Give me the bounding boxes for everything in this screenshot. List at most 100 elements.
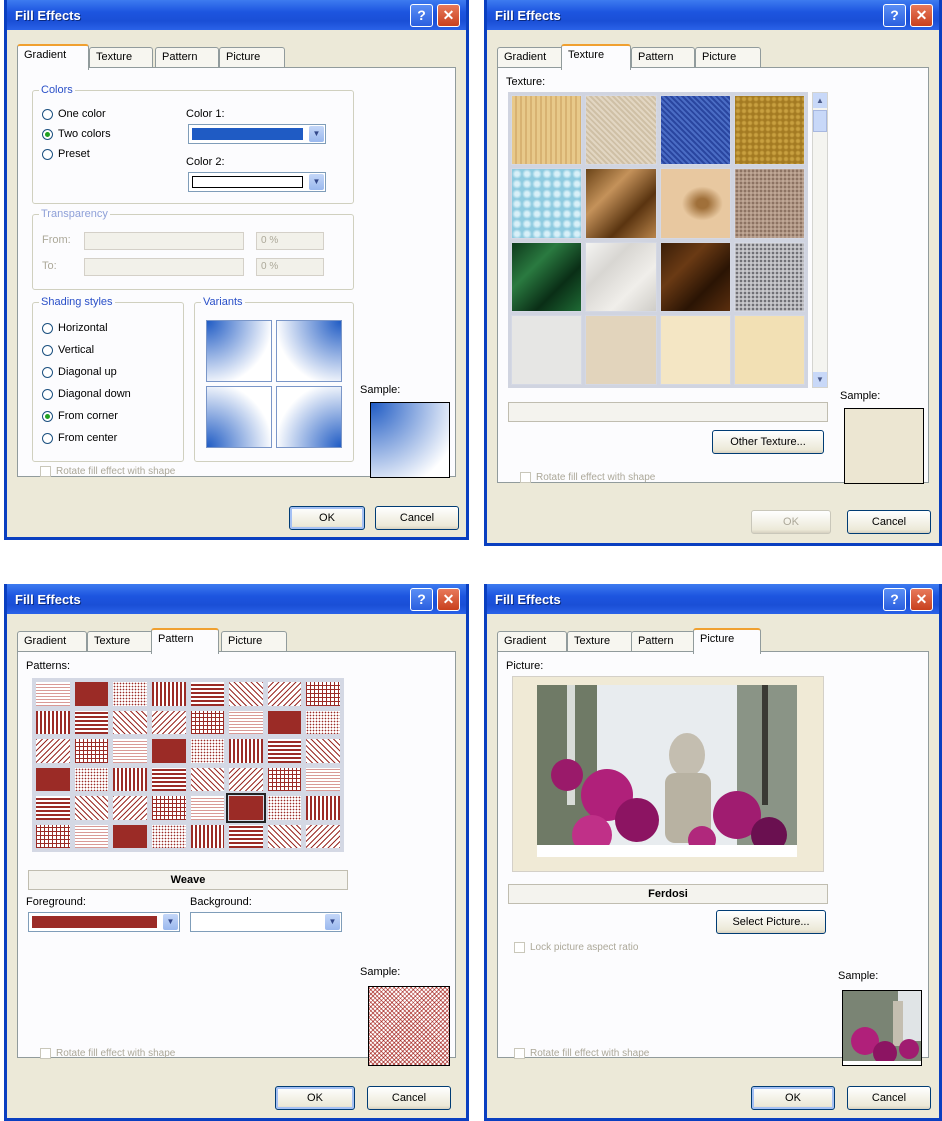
radio-preset[interactable]: Preset — [42, 148, 90, 160]
pattern-swatch[interactable] — [266, 823, 303, 849]
radio-horizontal[interactable]: Horizontal — [42, 322, 108, 334]
texture-stationery[interactable] — [733, 314, 805, 385]
radio-from-center[interactable]: From center — [42, 432, 117, 444]
radio-diagonal-down[interactable]: Diagonal down — [42, 388, 131, 400]
lock-aspect-checkbox[interactable]: Lock picture aspect ratio — [514, 942, 638, 953]
pattern-swatch[interactable] — [189, 738, 226, 764]
radio-dot[interactable] — [42, 410, 53, 422]
close-icon[interactable]: ✕ — [910, 588, 933, 611]
pattern-swatch[interactable] — [73, 738, 110, 764]
pattern-swatch[interactable] — [150, 795, 187, 821]
pattern-swatch[interactable] — [112, 709, 148, 735]
tab-picture[interactable]: Picture — [695, 47, 761, 68]
pattern-swatch[interactable] — [35, 709, 71, 735]
pattern-swatch[interactable] — [35, 766, 71, 792]
radio-from-corner[interactable]: From corner — [42, 410, 118, 422]
texture-woven-mat[interactable] — [733, 95, 805, 166]
pattern-swatch[interactable] — [189, 681, 226, 707]
pattern-swatch[interactable] — [112, 681, 148, 707]
radio-dot[interactable] — [42, 108, 53, 120]
pattern-swatch[interactable] — [150, 738, 187, 764]
pattern-swatch[interactable] — [150, 766, 187, 792]
help-icon[interactable]: ? — [410, 588, 433, 611]
pattern-swatch[interactable] — [112, 823, 148, 849]
tab-texture[interactable]: Texture — [561, 44, 631, 70]
ok-button[interactable]: OK — [751, 510, 831, 534]
color1-dropdown[interactable]: ▼ — [188, 124, 326, 144]
texture-newsprint[interactable] — [511, 314, 583, 385]
help-icon[interactable]: ? — [410, 4, 433, 27]
pattern-swatch[interactable] — [35, 823, 71, 849]
scroll-up-icon[interactable]: ▲ — [813, 93, 827, 108]
pattern-swatch-selected[interactable] — [226, 793, 266, 823]
tab-texture[interactable]: Texture — [567, 631, 633, 652]
ok-button[interactable]: OK — [289, 506, 365, 530]
pattern-swatch[interactable] — [73, 795, 110, 821]
pattern-swatch[interactable] — [189, 795, 226, 821]
chevron-down-icon[interactable]: ▼ — [163, 914, 178, 930]
texture-canvas[interactable] — [585, 95, 657, 166]
radio-diagonal-up[interactable]: Diagonal up — [42, 366, 117, 378]
checkbox-box[interactable] — [40, 466, 51, 477]
close-icon[interactable]: ✕ — [437, 588, 460, 611]
pattern-swatch[interactable] — [35, 795, 71, 821]
chevron-down-icon[interactable]: ▼ — [325, 914, 340, 930]
rotate-checkbox[interactable]: Rotate fill effect with shape — [40, 1048, 175, 1059]
pattern-swatch[interactable] — [112, 766, 148, 792]
tab-gradient[interactable]: Gradient — [17, 631, 87, 652]
variant-top-left[interactable] — [206, 320, 272, 382]
variant-bottom-right[interactable] — [276, 386, 342, 448]
rotate-checkbox[interactable]: Rotate fill effect with shape — [514, 1048, 649, 1059]
tab-picture[interactable]: Picture — [693, 628, 761, 654]
title-bar[interactable]: Fill Effects ? ✕ — [487, 584, 939, 614]
help-icon[interactable]: ? — [883, 588, 906, 611]
tab-gradient[interactable]: Gradient — [497, 631, 567, 652]
pattern-swatch[interactable] — [35, 681, 71, 707]
pattern-swatch[interactable] — [150, 709, 187, 735]
pattern-swatch[interactable] — [189, 709, 226, 735]
variant-bottom-left[interactable] — [206, 386, 272, 448]
pattern-swatch[interactable] — [305, 766, 341, 792]
pattern-swatch[interactable] — [228, 738, 264, 764]
pattern-swatch[interactable] — [305, 795, 341, 821]
texture-fish-fossil[interactable] — [659, 168, 731, 239]
pattern-swatch[interactable] — [73, 681, 110, 707]
cancel-button[interactable]: Cancel — [367, 1086, 451, 1110]
checkbox-box[interactable] — [514, 1048, 525, 1059]
cancel-button[interactable]: Cancel — [375, 506, 459, 530]
cancel-button[interactable]: Cancel — [847, 510, 931, 534]
texture-recycled-paper[interactable] — [585, 314, 657, 385]
tab-gradient[interactable]: Gradient — [17, 44, 89, 70]
texture-sand[interactable] — [733, 168, 805, 239]
pattern-swatch[interactable] — [305, 738, 341, 764]
pattern-swatch[interactable] — [266, 681, 303, 707]
rotate-checkbox[interactable]: Rotate fill effect with shape — [520, 472, 655, 483]
tab-texture[interactable]: Texture — [89, 47, 153, 68]
tab-texture[interactable]: Texture — [87, 631, 153, 652]
select-picture-button[interactable]: Select Picture... — [716, 910, 826, 934]
tab-pattern[interactable]: Pattern — [151, 628, 219, 654]
radio-dot[interactable] — [42, 148, 53, 160]
pattern-swatch[interactable] — [266, 709, 303, 735]
background-dropdown[interactable]: ▼ — [190, 912, 342, 932]
rotate-checkbox[interactable]: Rotate fill effect with shape — [40, 466, 175, 477]
pattern-swatch[interactable] — [73, 823, 110, 849]
ok-button[interactable]: OK — [751, 1086, 835, 1110]
texture-paper-bag[interactable] — [585, 168, 657, 239]
pattern-swatch[interactable] — [305, 823, 341, 849]
texture-brown-marble[interactable] — [659, 241, 731, 312]
radio-dot[interactable] — [42, 344, 53, 356]
tab-pattern[interactable]: Pattern — [631, 47, 695, 68]
pattern-swatch[interactable] — [266, 795, 303, 821]
pattern-swatch[interactable] — [228, 709, 264, 735]
pattern-swatch[interactable] — [150, 823, 187, 849]
other-texture-button[interactable]: Other Texture... — [712, 430, 824, 454]
pattern-swatch[interactable] — [73, 766, 110, 792]
chevron-down-icon[interactable]: ▼ — [309, 174, 324, 190]
title-bar[interactable]: Fill Effects ? ✕ — [7, 584, 466, 614]
chevron-down-icon[interactable]: ▼ — [309, 126, 324, 142]
texture-denim[interactable] — [659, 95, 731, 166]
pattern-swatch[interactable] — [266, 766, 303, 792]
radio-dot[interactable] — [42, 432, 53, 444]
help-icon[interactable]: ? — [883, 4, 906, 27]
